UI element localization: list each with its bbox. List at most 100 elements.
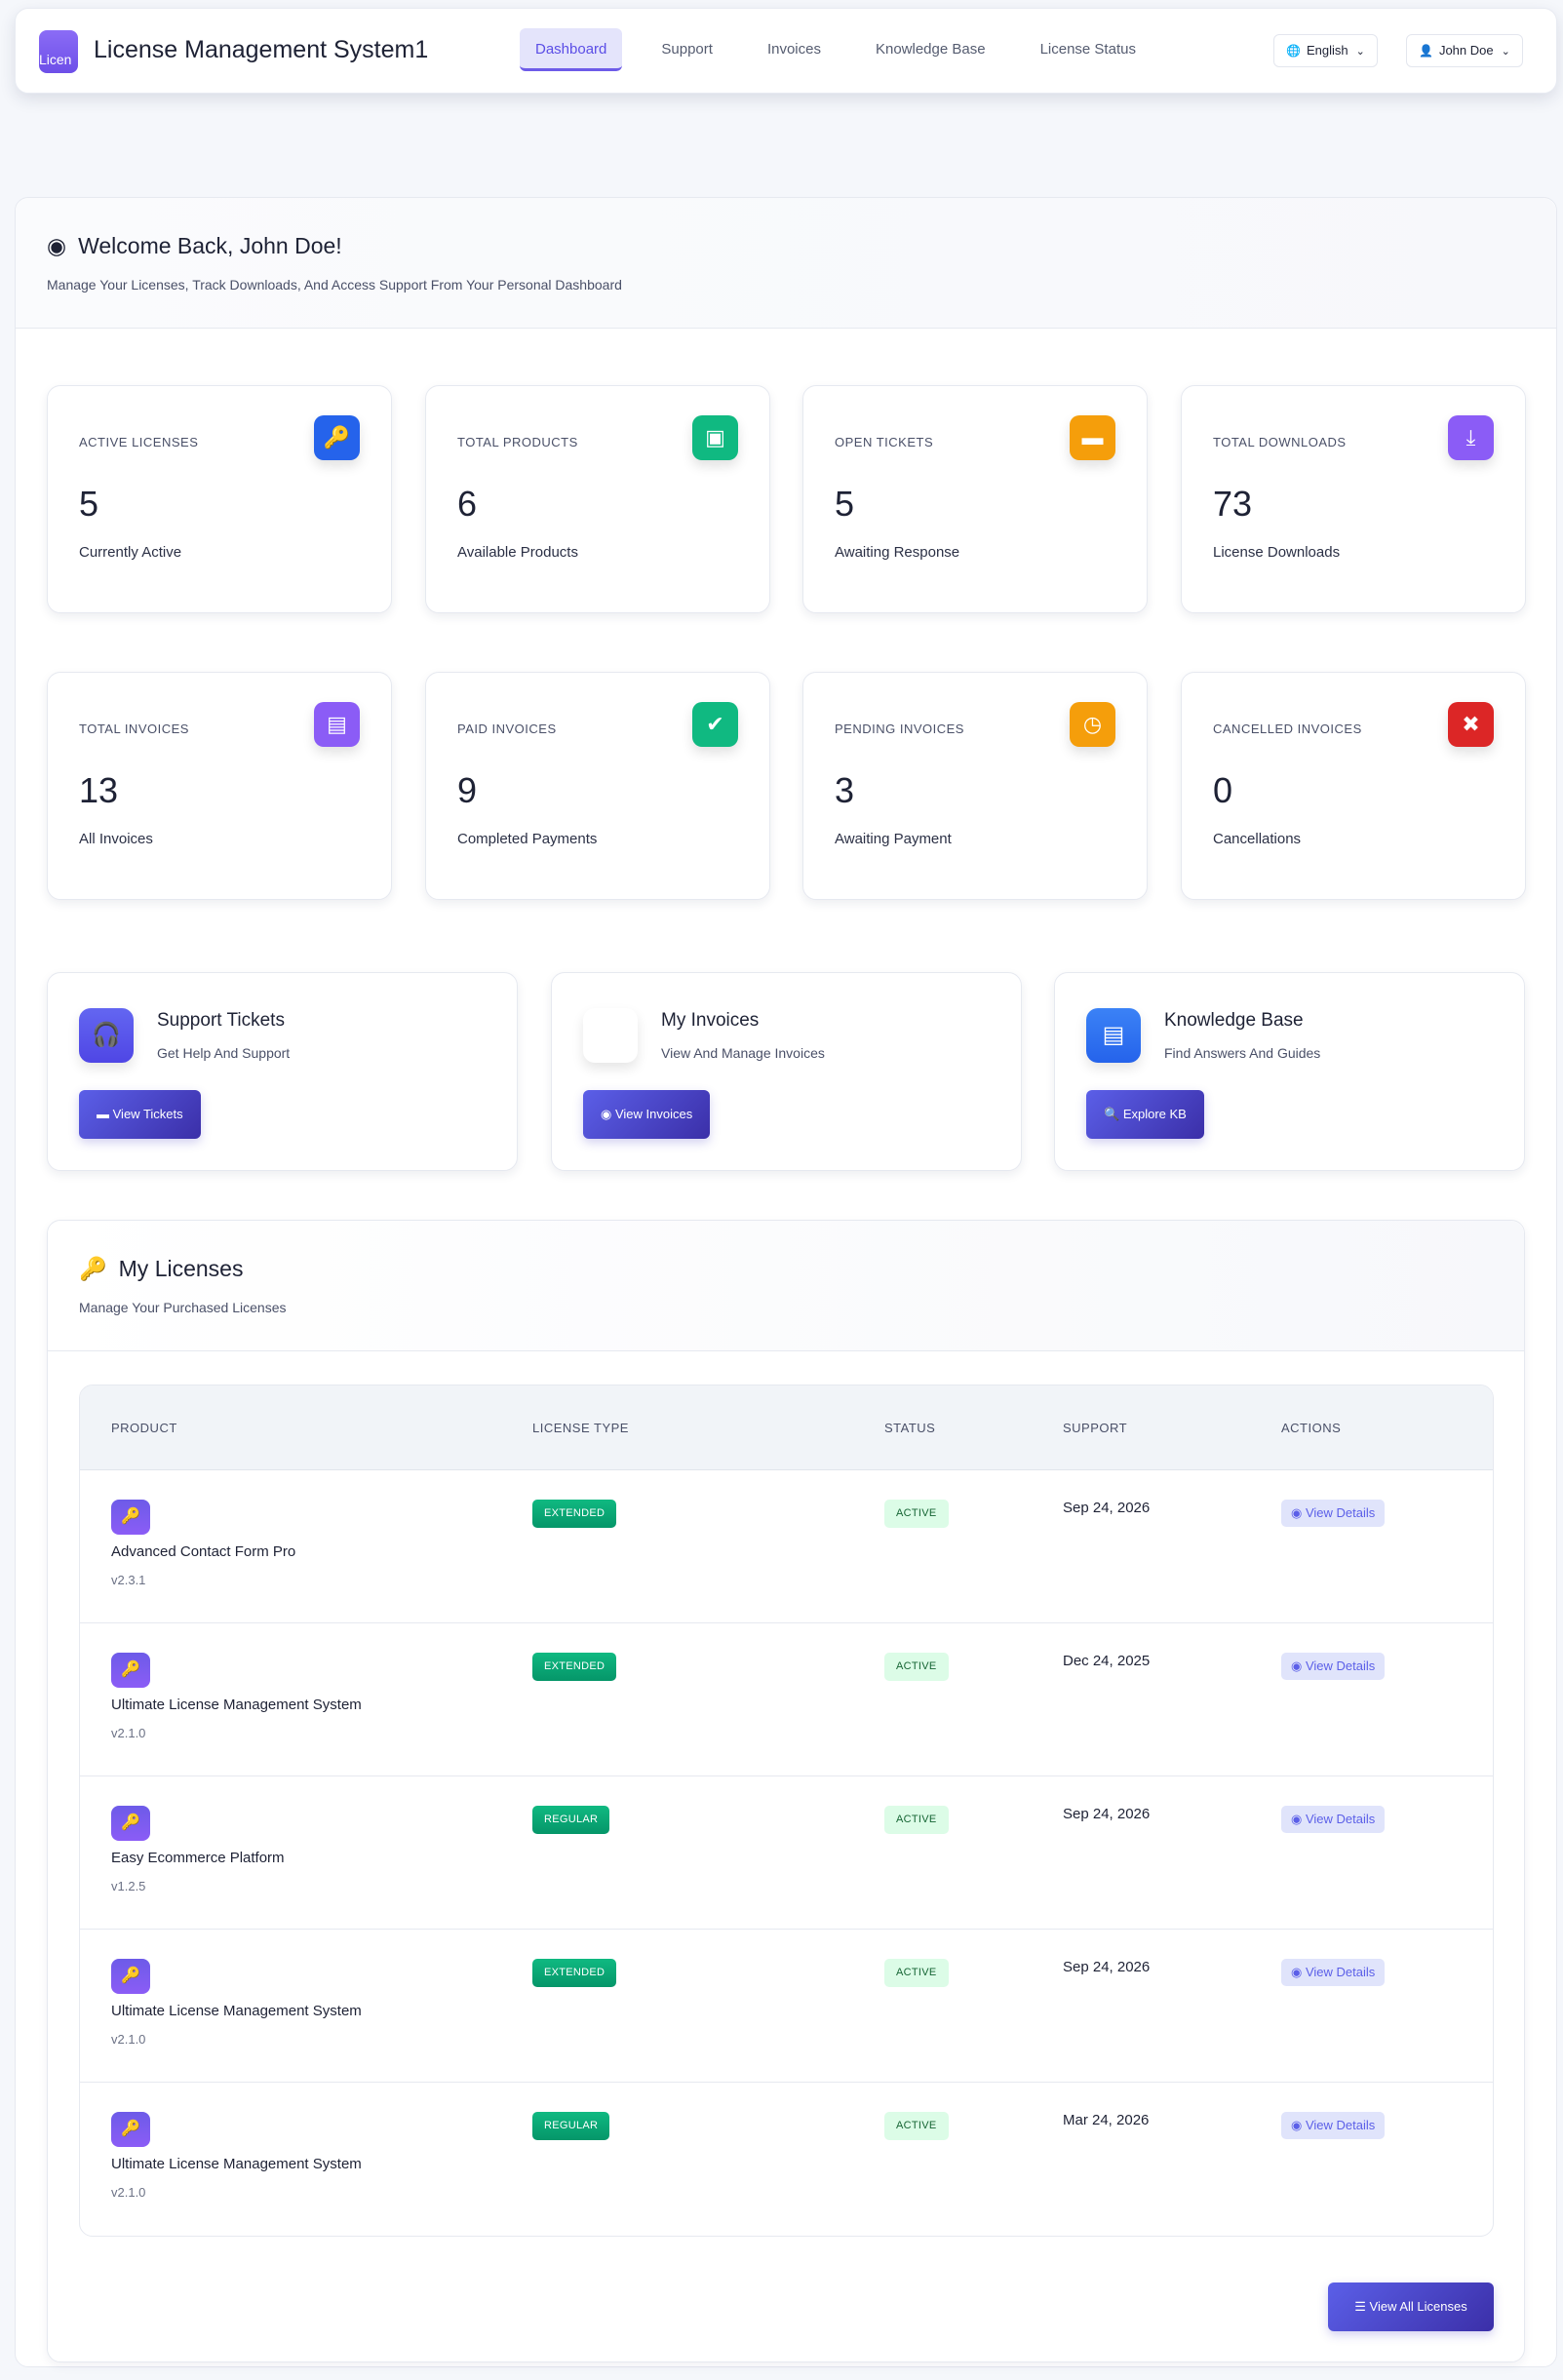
- eye-icon: ◉: [1291, 1812, 1306, 1826]
- x-circle-icon: ✖: [1448, 702, 1494, 747]
- license-type-badge: EXTENDED: [532, 1959, 617, 1987]
- clock-icon: ◷: [1070, 702, 1115, 747]
- action-title: My Invoices: [661, 1010, 760, 1031]
- product-version: v2.1.0: [111, 2032, 146, 2047]
- view-tickets-button[interactable]: ▬ View Tickets: [79, 1090, 201, 1139]
- product-version: v2.1.0: [111, 2185, 146, 2200]
- eye-icon: ◉: [1291, 2118, 1306, 2132]
- status-badge: ACTIVE: [884, 1653, 949, 1681]
- stat-card: ACTIVE LICENSES 🔑 5 Currently Active: [47, 385, 392, 613]
- table-row: 🔑 Ultimate License Management System v2.…: [80, 2083, 1493, 2236]
- stat-value: 73: [1213, 484, 1253, 524]
- view-invoices-button[interactable]: ◉ View Invoices: [583, 1090, 711, 1139]
- view-all-licenses-button[interactable]: ☰ View All Licenses: [1328, 2282, 1494, 2331]
- eye-icon: ◉: [601, 1107, 615, 1121]
- support-date: Dec 24, 2025: [1063, 1653, 1151, 1669]
- button-label: View Details: [1305, 1965, 1376, 1979]
- column-header: PRODUCT: [111, 1421, 177, 1435]
- product-name: Advanced Contact Form Pro: [111, 1543, 296, 1560]
- stat-card: PENDING INVOICES ◷ 3 Awaiting Payment: [802, 672, 1148, 900]
- product-name: Ultimate License Management System: [111, 2003, 362, 2019]
- table-row: 🔑 Ultimate License Management System v2.…: [80, 1623, 1493, 1776]
- license-type-badge: REGULAR: [532, 1806, 610, 1834]
- eye-icon: ◉: [1291, 1965, 1306, 1979]
- key-icon: 🔑: [111, 1500, 150, 1535]
- table-row: 🔑 Ultimate License Management System v2.…: [80, 1930, 1493, 2083]
- book-icon: ▤: [1086, 1008, 1141, 1063]
- list-icon: ☰: [1354, 2299, 1370, 2314]
- welcome-title: Welcome Back, John Doe!: [78, 233, 342, 258]
- search-icon: 🔍: [1104, 1107, 1123, 1121]
- nav-license-status[interactable]: License Status: [1025, 28, 1152, 71]
- main-nav: Dashboard Support Invoices Knowledge Bas…: [520, 28, 1175, 71]
- button-label: View Details: [1305, 1812, 1376, 1826]
- explore-kb-button[interactable]: 🔍 Explore KB: [1086, 1090, 1204, 1139]
- nav-support[interactable]: Support: [645, 28, 728, 71]
- table-row: 🔑 Easy Ecommerce Platform v1.2.5 REGULAR…: [80, 1776, 1493, 1930]
- view-details-button[interactable]: ◉ View Details: [1281, 1959, 1386, 1986]
- action-subtitle: Get Help And Support: [157, 1045, 291, 1061]
- status-badge: ACTIVE: [884, 1500, 949, 1528]
- stat-sublabel: License Downloads: [1213, 544, 1341, 561]
- app-title: License Management System1: [94, 36, 429, 63]
- invoice-icon: ▤: [314, 702, 360, 747]
- my-licenses-card: 🔑 My Licenses Manage Your Purchased Licen…: [47, 1220, 1525, 2362]
- key-icon: 🔑: [111, 1806, 150, 1841]
- status-badge: ACTIVE: [884, 1806, 949, 1834]
- button-label: View All Licenses: [1369, 2299, 1467, 2314]
- stat-sublabel: Awaiting Payment: [835, 831, 952, 847]
- nav-invoices[interactable]: Invoices: [752, 28, 837, 71]
- stat-sublabel: Available Products: [457, 544, 578, 561]
- app-logo[interactable]: Licen: [39, 30, 78, 73]
- user-dropdown[interactable]: 👤 John Doe ⌄: [1406, 34, 1523, 67]
- licenses-title: My Licenses: [118, 1256, 244, 1281]
- stat-card: TOTAL INVOICES ▤ 13 All Invoices: [47, 672, 392, 900]
- table-row: 🔑 Advanced Contact Form Pro v2.3.1 EXTEN…: [80, 1470, 1493, 1623]
- product-version: v2.1.0: [111, 1726, 146, 1740]
- button-label: View Invoices: [614, 1107, 693, 1121]
- stat-value: 6: [457, 484, 478, 524]
- stat-label: OPEN TICKETS: [835, 435, 934, 449]
- stat-sublabel: Currently Active: [79, 544, 182, 561]
- stat-card: TOTAL DOWNLOADS ⤓ 73 License Downloads: [1181, 385, 1526, 613]
- button-label: View Details: [1305, 2118, 1376, 2132]
- key-icon: 🔑: [111, 1653, 150, 1688]
- stat-value: 9: [457, 770, 478, 810]
- stat-card: TOTAL PRODUCTS ▣ 6 Available Products: [425, 385, 770, 613]
- status-badge: ACTIVE: [884, 2112, 949, 2140]
- stat-label: TOTAL DOWNLOADS: [1213, 435, 1347, 449]
- language-dropdown[interactable]: 🌐 English ⌄: [1273, 34, 1378, 67]
- check-circle-icon: ✔: [692, 702, 738, 747]
- ticket-icon: ▬: [1070, 415, 1115, 460]
- key-icon: 🔑: [111, 1959, 150, 1994]
- licenses-subtitle: Manage Your Purchased Licenses: [79, 1300, 287, 1315]
- nav-dashboard[interactable]: Dashboard: [520, 28, 623, 71]
- table-header: PRODUCT LICENSE TYPE STATUS SUPPORT ACTI…: [80, 1385, 1493, 1470]
- stat-card: CANCELLED INVOICES ✖ 0 Cancellations: [1181, 672, 1526, 900]
- headset-icon: 🎧: [79, 1008, 134, 1063]
- license-type-badge: REGULAR: [532, 2112, 610, 2140]
- stat-value: 5: [79, 484, 99, 524]
- welcome-subtitle: Manage Your Licenses, Track Downloads, A…: [47, 277, 622, 293]
- column-header: LICENSE TYPE: [532, 1421, 629, 1435]
- stat-value: 0: [1213, 770, 1233, 810]
- box-icon: ▣: [692, 415, 738, 460]
- stat-label: TOTAL PRODUCTS: [457, 435, 578, 449]
- action-subtitle: View And Manage Invoices: [661, 1045, 825, 1061]
- view-details-button[interactable]: ◉ View Details: [1281, 1653, 1386, 1680]
- support-date: Sep 24, 2026: [1063, 1500, 1151, 1516]
- eye-icon: ◉: [1291, 1505, 1306, 1520]
- view-details-button[interactable]: ◉ View Details: [1281, 1806, 1386, 1833]
- support-date: Mar 24, 2026: [1063, 2112, 1150, 2128]
- stat-value: 5: [835, 484, 855, 524]
- stat-label: CANCELLED INVOICES: [1213, 722, 1362, 736]
- stat-card: OPEN TICKETS ▬ 5 Awaiting Response: [802, 385, 1148, 613]
- view-details-button[interactable]: ◉ View Details: [1281, 2112, 1386, 2139]
- action-title: Knowledge Base: [1164, 1010, 1304, 1031]
- stat-value: 3: [835, 770, 855, 810]
- stat-label: TOTAL INVOICES: [79, 722, 189, 736]
- nav-knowledge-base[interactable]: Knowledge Base: [860, 28, 1001, 71]
- stat-sublabel: All Invoices: [79, 831, 153, 847]
- top-navbar: Licen License Management System1 Dashboa…: [15, 8, 1557, 94]
- view-details-button[interactable]: ◉ View Details: [1281, 1500, 1386, 1527]
